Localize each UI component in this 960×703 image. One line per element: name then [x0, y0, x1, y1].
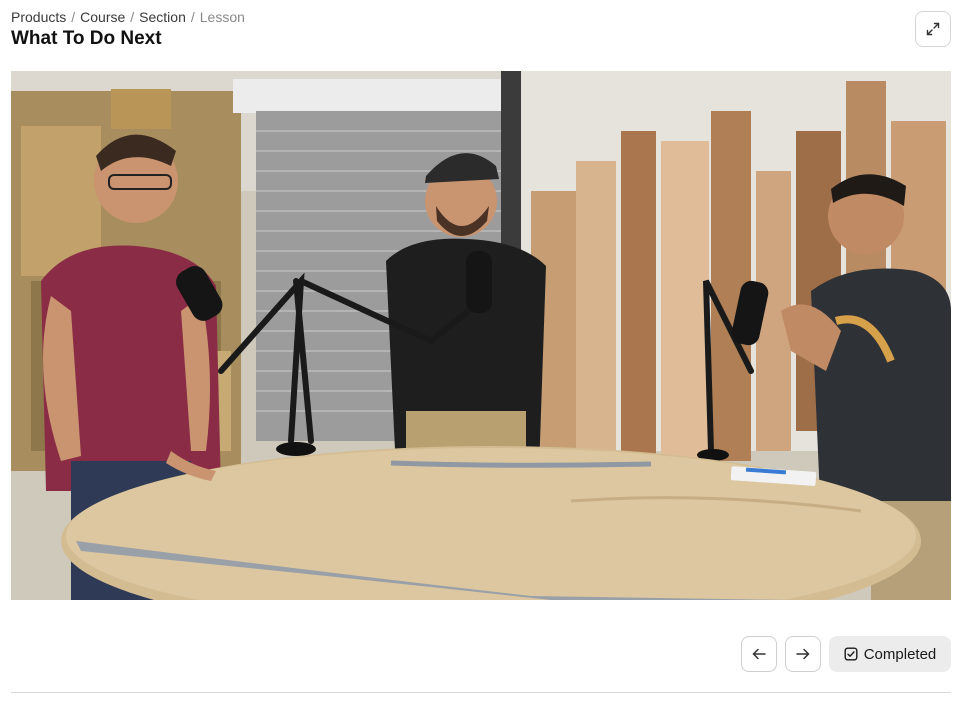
- video-frame: [11, 71, 951, 600]
- breadcrumb-course[interactable]: Course: [80, 9, 125, 26]
- expand-arrows-icon: [926, 22, 940, 36]
- arrow-left-icon: [752, 648, 766, 660]
- completed-label: Completed: [863, 645, 937, 663]
- breadcrumb-current-lesson: Lesson: [199, 9, 245, 25]
- breadcrumb-separator: /: [130, 9, 135, 25]
- checkbox-checked-icon: [844, 647, 858, 661]
- video-player[interactable]: [11, 71, 951, 600]
- mark-completed-button[interactable]: Completed: [829, 636, 951, 672]
- previous-lesson-button[interactable]: [741, 636, 777, 672]
- fullscreen-button[interactable]: [915, 11, 951, 47]
- breadcrumb-separator: /: [71, 9, 76, 25]
- breadcrumb-separator: /: [190, 9, 195, 25]
- breadcrumb-section[interactable]: Section: [139, 9, 186, 26]
- next-lesson-button[interactable]: [785, 636, 821, 672]
- breadcrumb-products[interactable]: Products: [11, 9, 66, 26]
- divider: [11, 692, 951, 693]
- arrow-right-icon: [796, 648, 810, 660]
- breadcrumb: Products / Course / Section / Lesson: [11, 9, 245, 26]
- page-title: What To Do Next: [11, 28, 162, 49]
